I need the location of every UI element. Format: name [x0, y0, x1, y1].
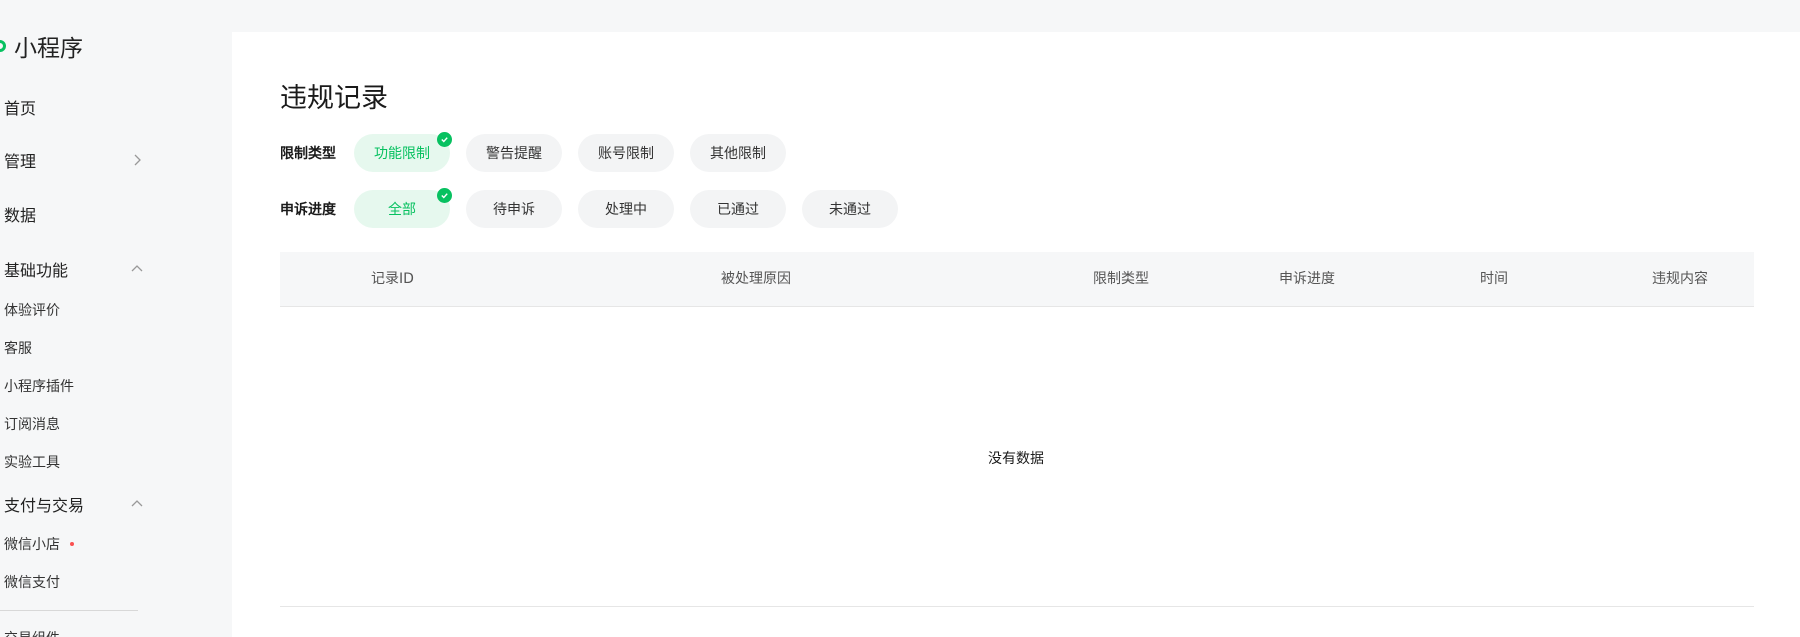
- sidebar-item-label: 订阅消息: [4, 417, 60, 433]
- chip-approved[interactable]: 已通过: [690, 190, 786, 228]
- notification-dot-icon: [70, 542, 74, 546]
- sidebar-item-trade-component[interactable]: 交易组件: [4, 628, 144, 637]
- chip-processing[interactable]: 处理中: [578, 190, 674, 228]
- sidebar-item-label: 管理: [4, 152, 37, 171]
- chip-account-restriction[interactable]: 账号限制: [578, 134, 674, 172]
- sidebar-item-label: 交易组件: [4, 628, 60, 637]
- sidebar-item-label: 首页: [4, 99, 37, 118]
- chip-label: 账号限制: [598, 146, 654, 162]
- sidebar-item-label: 体验评价: [4, 303, 60, 319]
- chevron-up-icon: [130, 262, 144, 276]
- column-header-restriction-type: 限制类型: [1093, 271, 1149, 287]
- sidebar-item-plugin[interactable]: 小程序插件: [4, 376, 144, 396]
- sidebar-item-experience-rating[interactable]: 体验评价: [4, 300, 144, 320]
- logo[interactable]: 小程序: [0, 30, 83, 62]
- table-bottom-divider: [280, 606, 1754, 607]
- chip-label: 待申诉: [493, 202, 535, 218]
- filter-label: 申诉进度: [280, 202, 336, 218]
- sidebar-item-label: 基础功能: [4, 261, 69, 280]
- sidebar-item-subscribe-message[interactable]: 订阅消息: [4, 414, 144, 434]
- column-header-reason: 被处理原因: [721, 271, 791, 287]
- check-icon: [437, 188, 452, 203]
- chip-rejected[interactable]: 未通过: [802, 190, 898, 228]
- chip-label: 已通过: [717, 202, 759, 218]
- chip-pending-appeal[interactable]: 待申诉: [466, 190, 562, 228]
- chevron-right-icon: [130, 153, 144, 167]
- chip-label: 处理中: [605, 202, 647, 218]
- sidebar: 小程序 首页 管理 数据 基础功能 体验评价 客服 小程序插件 订阅消息 实验工…: [0, 0, 231, 637]
- column-header-appeal-progress: 申诉进度: [1279, 271, 1335, 287]
- chip-warning[interactable]: 警告提醒: [466, 134, 562, 172]
- column-header-time: 时间: [1480, 271, 1508, 287]
- sidebar-item-lab-tools[interactable]: 实验工具: [4, 452, 144, 472]
- sidebar-item-data[interactable]: 数据: [4, 202, 144, 226]
- sidebar-divider: [0, 610, 138, 611]
- column-header-record-id: 记录ID: [371, 271, 414, 287]
- column-header-violation-content: 违规内容: [1652, 271, 1708, 287]
- chip-other-restriction[interactable]: 其他限制: [690, 134, 786, 172]
- chip-label: 功能限制: [374, 146, 430, 162]
- chip-label: 全部: [388, 202, 416, 218]
- sidebar-item-basic-features[interactable]: 基础功能: [4, 257, 144, 281]
- chip-label: 其他限制: [710, 146, 766, 162]
- sidebar-item-label: 客服: [4, 341, 32, 357]
- sidebar-item-wechat-pay[interactable]: 微信支付: [4, 572, 144, 592]
- sidebar-item-label: 数据: [4, 206, 37, 225]
- empty-state-text: 没有数据: [988, 451, 1044, 467]
- filter-label: 限制类型: [280, 146, 336, 162]
- restriction-type-filter: 限制类型 功能限制 警告提醒 账号限制 其他限制: [280, 132, 802, 172]
- sidebar-item-label: 实验工具: [4, 455, 60, 471]
- sidebar-item-label: 微信支付: [4, 575, 60, 591]
- chip-all[interactable]: 全部: [354, 188, 452, 228]
- sidebar-item-customer-service[interactable]: 客服: [4, 338, 144, 358]
- chip-function-restriction[interactable]: 功能限制: [354, 132, 452, 172]
- main-content: 违规记录 限制类型 功能限制 警告提醒 账号限制 其他限制 申诉进度 全部 待申…: [232, 32, 1800, 637]
- chevron-up-icon: [130, 497, 144, 511]
- sidebar-item-label: 微信小店: [4, 537, 60, 553]
- page-title: 违规记录: [280, 83, 388, 114]
- sidebar-item-label: 支付与交易: [4, 496, 85, 515]
- logo-text: 小程序: [14, 36, 83, 62]
- sidebar-item-label: 小程序插件: [4, 379, 74, 395]
- sidebar-item-wechat-store[interactable]: 微信小店: [4, 534, 144, 554]
- sidebar-item-payment-trade[interactable]: 支付与交易: [4, 492, 144, 516]
- miniprogram-logo-icon: [0, 40, 6, 52]
- chip-label: 警告提醒: [486, 146, 542, 162]
- chip-label: 未通过: [829, 202, 871, 218]
- appeal-progress-filter: 申诉进度 全部 待申诉 处理中 已通过 未通过: [280, 188, 914, 228]
- sidebar-item-manage[interactable]: 管理: [4, 148, 144, 172]
- sidebar-item-home[interactable]: 首页: [4, 95, 144, 119]
- table-header: 记录ID 被处理原因 限制类型 申诉进度 时间 违规内容: [280, 252, 1754, 307]
- check-icon: [437, 132, 452, 147]
